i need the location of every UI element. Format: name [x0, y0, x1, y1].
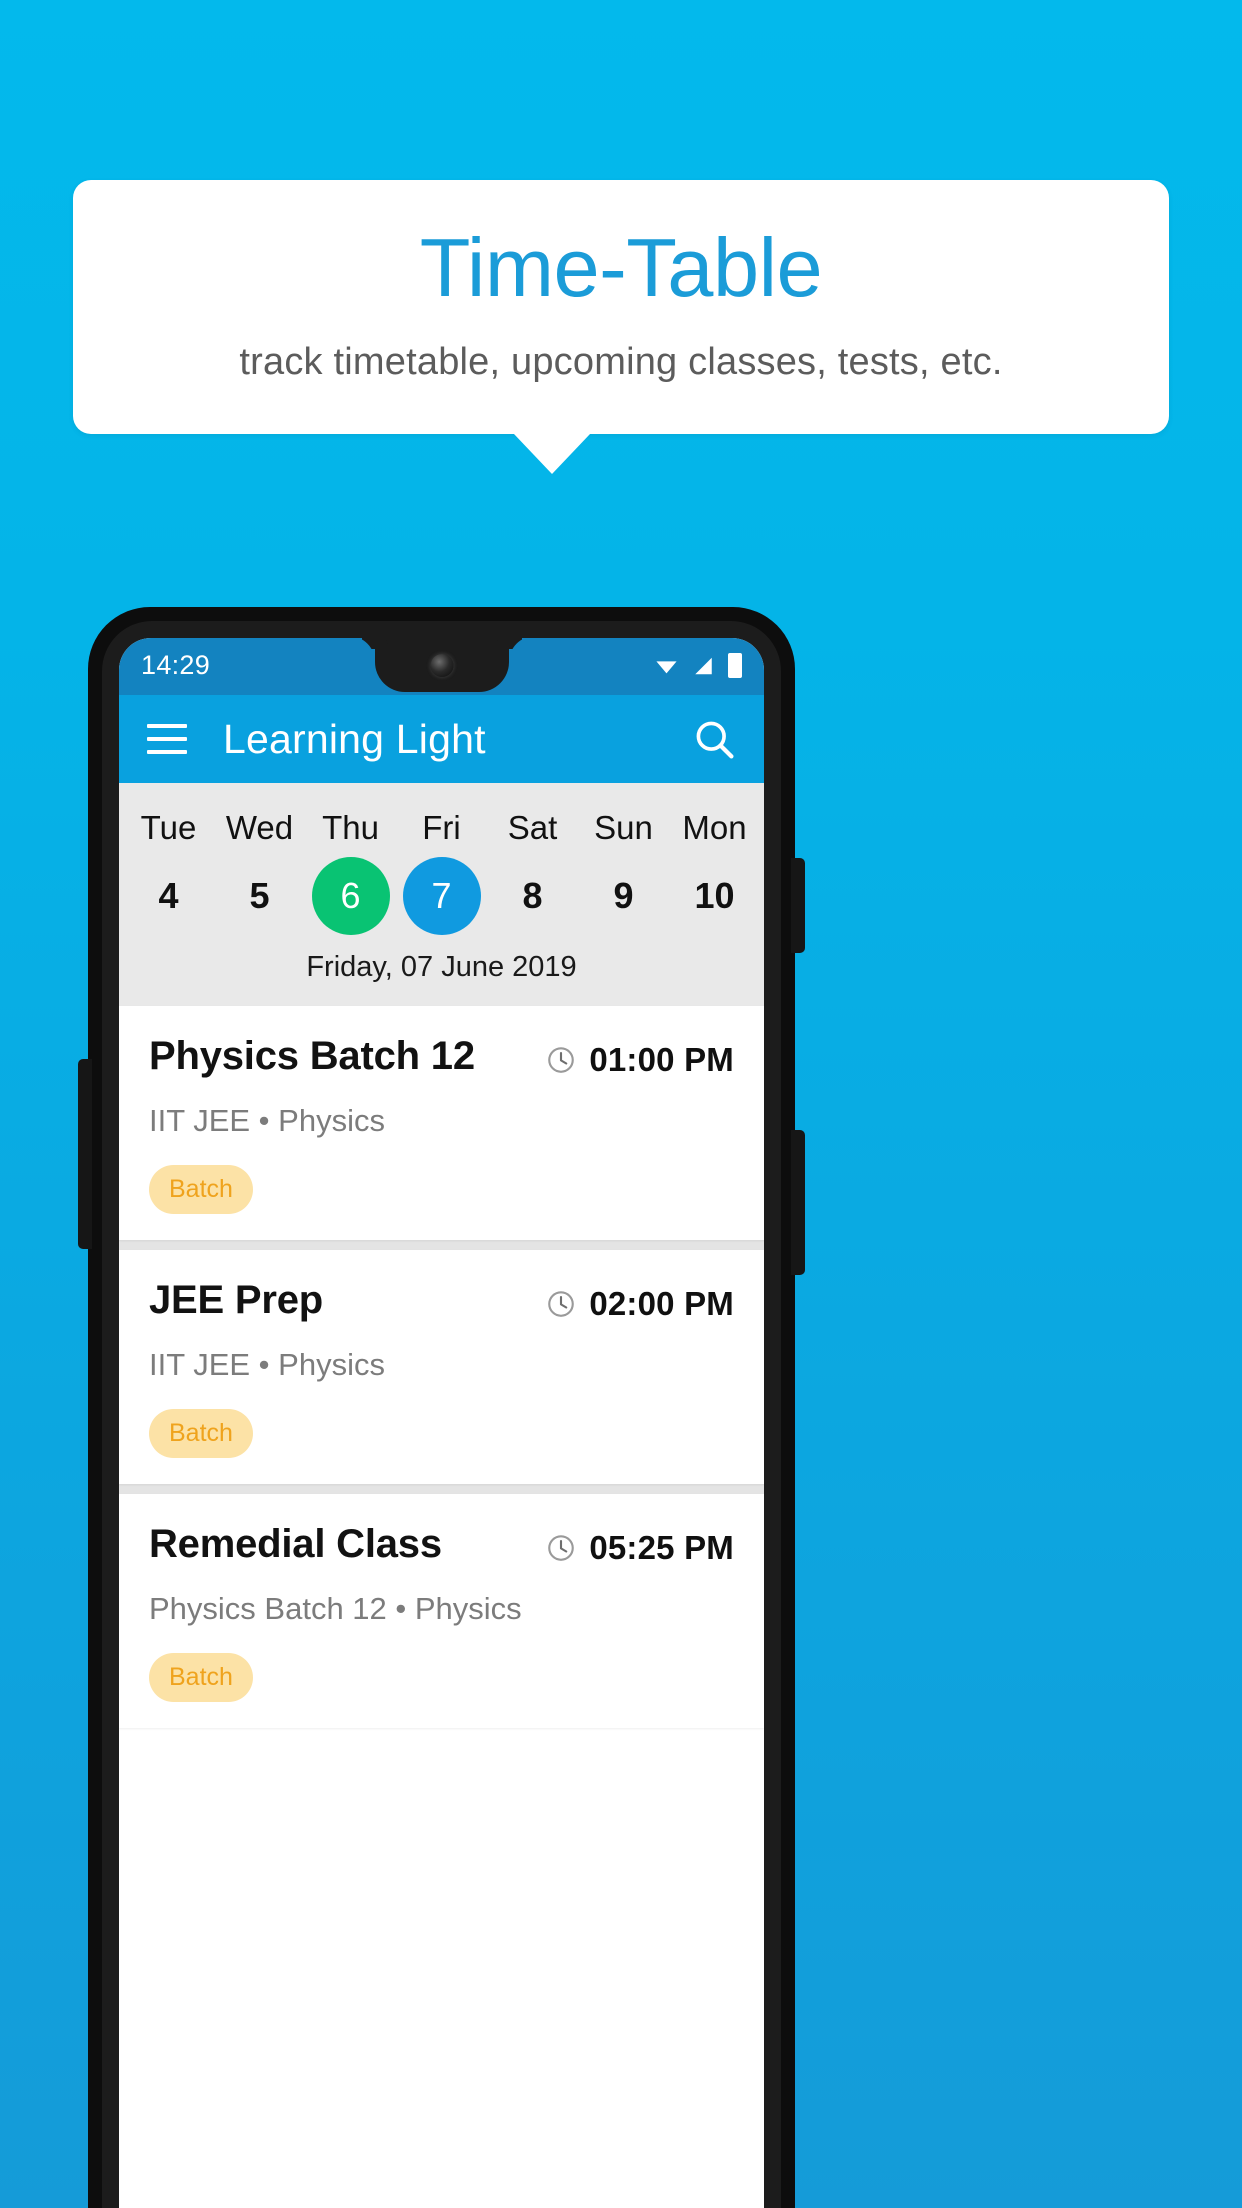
class-time: 02:00 PM — [589, 1285, 734, 1322]
day-name: Mon — [682, 809, 747, 846]
clock-icon — [548, 1291, 575, 1317]
page-subtitle: track timetable, upcoming classes, tests… — [239, 340, 1003, 383]
status-badge: Batch — [149, 1653, 253, 1702]
status-bar: 14:29 — [119, 638, 764, 695]
class-card[interactable]: Remedial Class 05:25 PM Physics Batch 12… — [119, 1494, 764, 1728]
clock-icon — [548, 1535, 575, 1561]
app-bar: Learning Light — [119, 695, 764, 783]
class-subtitle: IIT JEE • Physics — [149, 1103, 385, 1138]
signal-icon — [695, 657, 712, 674]
day-number-wrap: 7 — [396, 855, 487, 937]
class-time-group: 01:00 PM — [546, 1034, 734, 1079]
day-number-wrap: 6 — [305, 855, 396, 937]
day-number-wrap: 9 — [578, 855, 669, 937]
class-card[interactable]: JEE Prep 02:00 PM IIT JEE • Physics Batc… — [119, 1250, 764, 1484]
card-header: Physics Batch 12 01:00 PM — [149, 1034, 734, 1079]
selected-date-label: Friday, 07 June 2019 — [306, 951, 577, 983]
day-col-fri[interactable]: Fri 7 — [396, 793, 487, 937]
day-number-wrap: 4 — [123, 855, 214, 937]
display-notch — [374, 638, 509, 692]
class-time-group: 02:00 PM — [546, 1278, 734, 1323]
clock-icon — [548, 1047, 575, 1073]
status-icon-group — [654, 653, 742, 678]
class-time: 05:25 PM — [589, 1529, 734, 1566]
day-number: 4 — [158, 875, 179, 916]
day-number-selected: 7 — [402, 857, 481, 935]
day-col-tue[interactable]: Tue 4 — [123, 793, 214, 937]
day-selector: Tue 4 Wed 5 Thu 6 Fri 7 Sat 8 Sun 9 Mon … — [119, 783, 764, 1006]
day-number: 5 — [249, 875, 270, 916]
day-name: Tue — [140, 809, 197, 846]
day-number-wrap: 10 — [669, 855, 760, 937]
day-number-today: 6 — [311, 857, 390, 935]
day-col-wed[interactable]: Wed 5 — [214, 793, 305, 937]
class-title: Remedial Class — [149, 1522, 442, 1566]
day-number: 9 — [613, 875, 634, 916]
class-time: 01:00 PM — [589, 1041, 734, 1078]
page-title: Time-Table — [419, 221, 823, 314]
status-badge: Batch — [149, 1165, 253, 1214]
card-header: JEE Prep 02:00 PM — [149, 1278, 734, 1323]
class-card[interactable]: Physics Batch 12 01:00 PM IIT JEE • Phys… — [119, 1006, 764, 1240]
day-col-thu[interactable]: Thu 6 — [305, 793, 396, 937]
day-row: Tue 4 Wed 5 Thu 6 Fri 7 Sat 8 Sun 9 Mon … — [119, 793, 764, 937]
front-camera — [430, 654, 453, 677]
phone-mockup: 14:29 Learning Light Tue 4 Wed 5 Thu 6 F… — [78, 607, 805, 2208]
hamburger-menu-icon[interactable] — [147, 724, 187, 754]
day-col-sat[interactable]: Sat 8 — [487, 793, 578, 937]
day-name: Fri — [422, 809, 461, 846]
day-number-wrap: 8 — [487, 855, 578, 937]
day-number-wrap: 5 — [214, 855, 305, 937]
search-icon[interactable] — [692, 717, 736, 761]
card-header: Remedial Class 05:25 PM — [149, 1522, 734, 1567]
phone-screen: 14:29 Learning Light Tue 4 Wed 5 Thu 6 F… — [119, 638, 764, 2208]
promo-banner: Time-Table track timetable, upcoming cla… — [73, 180, 1169, 474]
wifi-icon — [656, 660, 677, 673]
day-number: 10 — [694, 875, 735, 916]
promo-bubble: Time-Table track timetable, upcoming cla… — [73, 180, 1169, 434]
battery-icon — [728, 653, 742, 678]
app-title: Learning Light — [223, 715, 486, 762]
side-button[interactable] — [78, 1059, 92, 1249]
class-subtitle: Physics Batch 12 • Physics — [149, 1591, 522, 1626]
class-time-group: 05:25 PM — [546, 1522, 734, 1567]
day-name: Thu — [322, 809, 379, 846]
volume-button[interactable] — [791, 1130, 805, 1275]
bubble-tail — [514, 433, 590, 474]
power-button[interactable] — [791, 858, 805, 953]
status-badge: Batch — [149, 1409, 253, 1458]
status-clock: 14:29 — [141, 650, 211, 680]
day-name: Sun — [594, 809, 653, 846]
class-subtitle: IIT JEE • Physics — [149, 1347, 385, 1382]
class-title: JEE Prep — [149, 1278, 324, 1322]
day-col-sun[interactable]: Sun 9 — [578, 793, 669, 937]
day-col-mon[interactable]: Mon 10 — [669, 793, 760, 937]
day-number: 8 — [522, 875, 543, 916]
day-name: Wed — [225, 809, 294, 846]
day-name: Sat — [507, 809, 558, 846]
class-list: Physics Batch 12 01:00 PM IIT JEE • Phys… — [119, 1006, 764, 1728]
class-title: Physics Batch 12 — [149, 1034, 475, 1078]
